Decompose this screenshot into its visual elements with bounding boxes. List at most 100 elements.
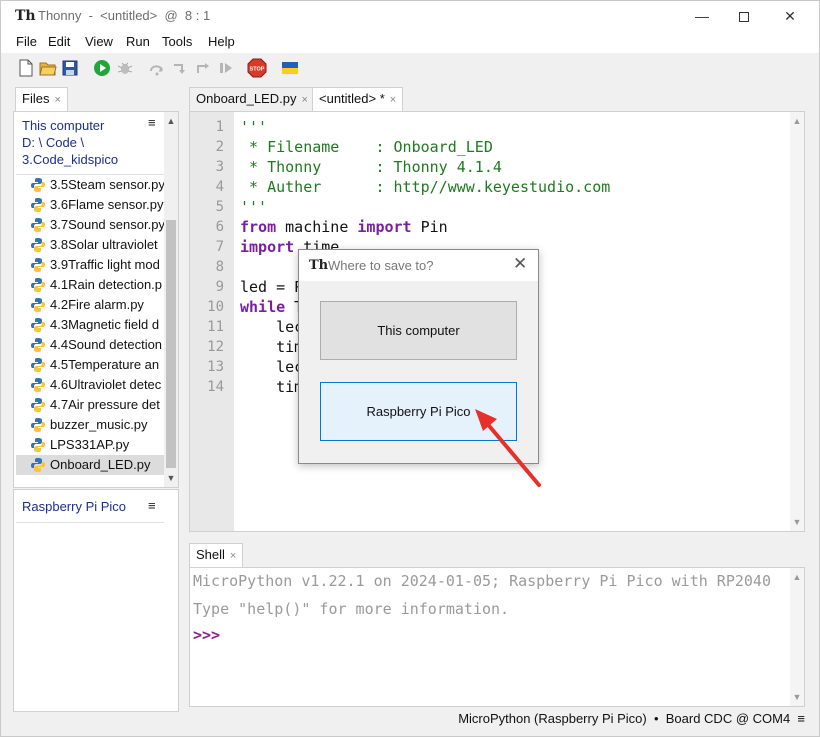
shell-console[interactable]: MicroPython v1.22.1 on 2024-01-05; Raspb… [189, 567, 805, 707]
debug-icon[interactable] [116, 59, 134, 77]
line-number: 11 [207, 319, 224, 335]
new-file-icon[interactable] [17, 59, 35, 77]
scroll-down-icon[interactable]: ▼ [790, 517, 804, 527]
menu-view[interactable]: View [85, 34, 113, 49]
python-file-icon [31, 318, 45, 332]
device-label[interactable]: Raspberry Pi Pico [22, 499, 126, 514]
minimize-button[interactable]: — [679, 1, 725, 31]
scroll-up-icon[interactable]: ▲ [164, 116, 178, 126]
close-icon[interactable]: × [301, 94, 307, 106]
local-path[interactable]: This computer D: \ Code \ 3.Code_kidspic… [22, 117, 152, 168]
close-icon[interactable]: × [230, 550, 236, 562]
file-list-item[interactable]: 4.4Sound detection [16, 335, 164, 355]
maximize-icon [739, 12, 749, 23]
scroll-down-icon[interactable]: ▼ [790, 692, 804, 702]
run-icon[interactable] [93, 59, 111, 77]
step-over-icon[interactable] [148, 59, 166, 77]
scroll-up-icon[interactable]: ▲ [790, 572, 804, 582]
files-scroll-thumb[interactable] [166, 220, 176, 468]
menu-file[interactable]: File [16, 34, 37, 49]
line-number: 7 [215, 239, 224, 255]
file-list-item[interactable]: 3.8Solar ultraviolet [16, 235, 164, 255]
ukraine-flag-icon[interactable] [281, 59, 299, 77]
python-file-icon [31, 338, 45, 352]
code-line-4: * Auther : http//www.keyestudio.com [240, 178, 611, 196]
line-number: 5 [215, 199, 224, 215]
tab-onboard-led-label: Onboard_LED.py [196, 91, 297, 106]
annotation-arrow-icon [475, 409, 541, 487]
scroll-up-icon[interactable]: ▲ [790, 116, 804, 126]
file-list-item[interactable]: 3.6Flame sensor.py [16, 195, 164, 215]
file-list-item[interactable]: 4.1Rain detection.p [16, 275, 164, 295]
open-folder-icon[interactable] [39, 59, 57, 77]
file-list-item[interactable]: LPS331AP.py [16, 435, 164, 455]
close-icon[interactable]: × [390, 94, 396, 106]
menu-edit[interactable]: Edit [48, 34, 70, 49]
line-number-gutter: 1 2 3 4 5 6 7 8 9 10 11 12 13 14 [190, 112, 234, 531]
code-line-11: lec [240, 318, 304, 336]
interpreter-status[interactable]: MicroPython (Raspberry Pi Pico) • Board … [458, 711, 805, 726]
file-name: 4.1Rain detection.p [50, 277, 163, 292]
maximize-button[interactable] [721, 1, 767, 31]
files-scrollbar[interactable]: ▲ ▼ [164, 112, 178, 487]
close-icon[interactable]: × [54, 94, 60, 106]
tab-files[interactable]: Files × [15, 87, 68, 111]
scroll-down-icon[interactable]: ▼ [164, 473, 178, 483]
keyword: from [240, 218, 277, 236]
close-window-button[interactable]: ✕ [767, 1, 813, 31]
file-list-item[interactable]: 4.3Magnetic field d [16, 315, 164, 335]
python-file-icon [31, 358, 45, 372]
file-name: 4.4Sound detection [50, 337, 163, 352]
code-line-10: while T [240, 297, 303, 317]
dialog-close-button[interactable]: ✕ [513, 254, 527, 274]
file-list-item[interactable]: 3.7Sound sensor.py [16, 215, 164, 235]
resume-icon[interactable] [217, 59, 235, 77]
menu-bar: File Edit View Run Tools Help [1, 31, 819, 53]
device-files-view: Raspberry Pi Pico ≡ [13, 489, 179, 712]
file-list-item[interactable]: buzzer_music.py [16, 415, 164, 435]
file-list-item[interactable]: 3.5Steam sensor.py [16, 175, 164, 195]
code-line-9: led = P [240, 278, 304, 296]
stop-icon[interactable]: STOP [247, 58, 267, 78]
python-file-icon [31, 378, 45, 392]
shell-prompt[interactable]: >>> [193, 626, 220, 644]
file-list-item[interactable]: 4.2Fire alarm.py [16, 295, 164, 315]
divider [16, 522, 164, 523]
python-file-icon [31, 278, 45, 292]
python-file-icon [31, 438, 45, 452]
window-title: Thonny - <untitled> @ 8 : 1 [38, 8, 211, 23]
file-list-item[interactable]: 4.6Ultraviolet detec [16, 375, 164, 395]
file-list-item[interactable]: 4.5Temperature an [16, 355, 164, 375]
tab-untitled[interactable]: <untitled> * × [312, 87, 404, 111]
line-number: 10 [207, 299, 224, 315]
device-menu-icon[interactable]: ≡ [148, 498, 156, 513]
menu-run[interactable]: Run [126, 34, 150, 49]
editor-scrollbar[interactable]: ▲ ▼ [790, 112, 804, 531]
files-panel: Files × This computer D: \ Code \ 3.Code_… [13, 85, 179, 712]
step-out-icon[interactable] [194, 59, 212, 77]
file-list-item[interactable]: 4.7Air pressure det [16, 395, 164, 415]
shell-scrollbar[interactable]: ▲ ▼ [790, 568, 804, 706]
save-to-computer-button[interactable]: This computer [320, 301, 517, 360]
file-list-item[interactable]: 3.9Traffic light mod [16, 255, 164, 275]
line-number: 8 [215, 259, 224, 275]
step-into-icon[interactable] [171, 59, 189, 77]
code-line-6: from machine import Pin [240, 217, 448, 237]
python-file-icon [31, 258, 45, 272]
tab-onboard-led[interactable]: Onboard_LED.py × [189, 87, 315, 111]
menu-tools[interactable]: Tools [162, 34, 192, 49]
tab-shell[interactable]: Shell × [189, 543, 244, 567]
file-name: 4.3Magnetic field d [50, 317, 160, 332]
code-area[interactable]: ''' * Filename : Onboard_LED * Thonny : … [240, 112, 610, 396]
local-files-view: This computer D: \ Code \ 3.Code_kidspic… [13, 111, 179, 488]
shell-tab-bar: Shell × [189, 541, 805, 567]
python-file-icon [31, 198, 45, 212]
file-name: 4.2Fire alarm.py [50, 297, 144, 312]
line-number: 3 [215, 159, 224, 175]
save-icon[interactable] [61, 59, 79, 77]
code-line-1: ''' [240, 118, 268, 136]
path-breadcrumb[interactable]: This computer D: \ Code \ 3.Code_kidspic… [22, 117, 152, 168]
menu-help[interactable]: Help [208, 34, 235, 49]
file-list-item[interactable]: Onboard_LED.py [16, 455, 164, 475]
local-menu-icon[interactable]: ≡ [148, 115, 156, 130]
